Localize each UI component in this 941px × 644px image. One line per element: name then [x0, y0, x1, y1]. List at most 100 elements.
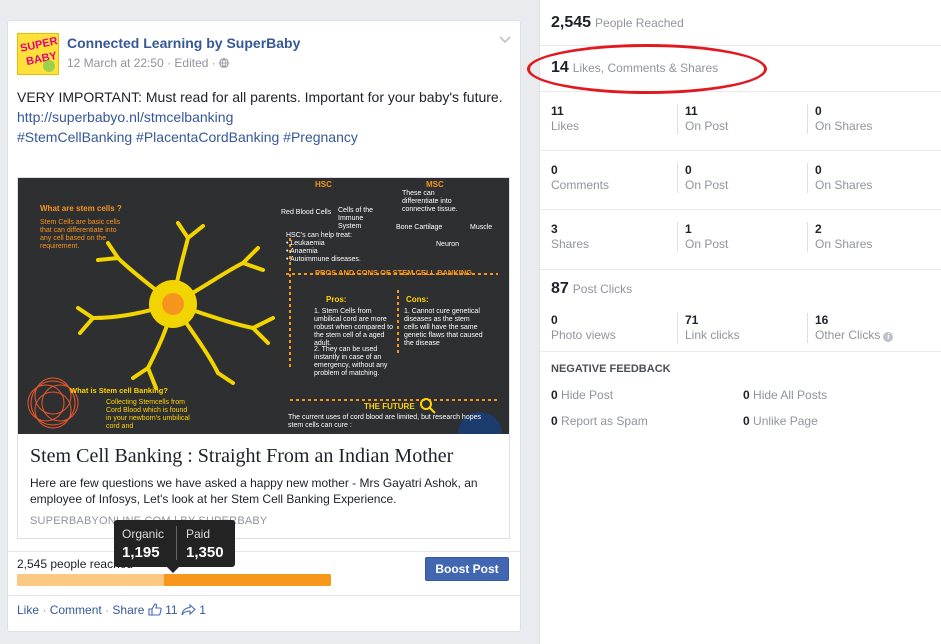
post-hashtags[interactable]: #StemCellBanking #PlacentaCordBanking #P…	[17, 127, 506, 147]
share-arrow-icon[interactable]	[181, 603, 196, 619]
share-link[interactable]: Share	[112, 603, 144, 617]
link-title[interactable]: Stem Cell Banking : Straight From an Ind…	[30, 445, 453, 468]
likes-on-post-label: On Post	[685, 119, 729, 133]
page-name-link[interactable]: Connected Learning by SuperBaby	[67, 35, 300, 51]
ig-pros: Pros:	[326, 295, 347, 304]
hide-all-posts-value: 0	[743, 388, 750, 402]
ig-pros-1: 1. Stem Cells from umbilical cord are mo…	[314, 308, 393, 347]
comments-row: 0 Comments 0 On Post 0 On Shares	[540, 151, 941, 210]
ig-cons: Cons:	[406, 295, 429, 304]
ig-cons-1: 1. Cannot cure genetical diseases as the…	[404, 308, 483, 347]
globe-icon	[219, 58, 229, 68]
engagement-row: 14 Likes, Comments & Shares	[540, 46, 941, 92]
post-link-url[interactable]: http://superbabyo.nl/stmcelbanking	[17, 107, 506, 127]
share-count[interactable]: 1	[199, 603, 206, 617]
page-avatar[interactable]: SUPER BABY	[17, 33, 59, 75]
ig-future-desc: The current uses of cord blood are limit…	[288, 414, 481, 429]
comments-on-post-label: On Post	[685, 178, 729, 192]
engagement-value: 14	[551, 59, 569, 76]
reach-bar-organic	[17, 574, 165, 586]
shares-row: 3 Shares 1 On Post 2 On Shares	[540, 210, 941, 270]
likes-on-shares-label: On Shares	[815, 119, 873, 133]
post-meta: 12 March at 22:50 · Edited ·	[67, 56, 229, 70]
other-clicks-value: 16	[815, 313, 829, 327]
link-preview-image[interactable]: What are stem cells ? Stem Cells are bas…	[18, 178, 509, 434]
boost-post-button[interactable]: Boost Post	[425, 557, 509, 581]
tooltip-organic-value: 1,195	[122, 544, 160, 561]
ig-msc-bone: Bone Cartilage	[396, 224, 443, 231]
link-preview-body[interactable]: Stem Cell Banking : Straight From an Ind…	[18, 434, 509, 538]
report-spam-stat: 0 Report as Spam	[551, 414, 648, 428]
post-insights-panel: 2,545 People Reached 14 Likes, Comments & …	[539, 0, 941, 644]
shares-on-shares-stat: 2 On Shares	[815, 222, 872, 251]
post-card: SUPER BABY Connected Learning by SuperBa…	[7, 20, 521, 632]
like-link[interactable]: Like	[17, 603, 39, 617]
info-icon[interactable]: i	[883, 332, 894, 342]
tooltip-organic: Organic 1,195	[122, 527, 164, 561]
shares-on-shares-label: On Shares	[815, 237, 873, 251]
like-count[interactable]: 11	[165, 603, 177, 617]
tooltip-paid: Paid 1,350	[186, 527, 224, 561]
comments-stat: 0 Comments	[551, 163, 609, 192]
post-body-text: VERY IMPORTANT: Must read for all parent…	[17, 89, 503, 105]
column-divider	[807, 163, 808, 193]
column-divider	[807, 222, 808, 252]
comments-value: 0	[551, 163, 558, 177]
likes-label: Likes	[551, 119, 580, 133]
link-clicks-label: Link clicks	[685, 328, 740, 342]
shares-on-post-value: 1	[685, 222, 692, 236]
chevron-down-icon[interactable]	[499, 33, 511, 47]
hide-all-posts-label: Hide All Posts	[753, 388, 828, 402]
photo-views-value: 0	[551, 313, 558, 327]
tooltip-paid-label: Paid	[186, 527, 211, 541]
likes-on-post-stat: 11 On Post	[685, 104, 728, 133]
people-reached-text: People Reached	[595, 16, 684, 30]
comments-label: Comments	[551, 178, 610, 192]
tooltip-organic-label: Organic	[122, 527, 165, 541]
comments-on-shares-stat: 0 On Shares	[815, 163, 872, 192]
ig-hsc-treat: HSC's can help treat: • Leukaemia • Anae…	[286, 232, 361, 263]
column-divider	[677, 104, 678, 134]
divider	[8, 595, 520, 596]
post-timestamp[interactable]: 12 March at 22:50 · Edited ·	[67, 56, 219, 70]
column-divider	[677, 163, 678, 193]
ig-what-are-desc: Stem Cells are basic cells that can diff…	[40, 219, 121, 250]
reach-tooltip: Organic 1,195 Paid 1,350	[114, 520, 235, 573]
people-reached-value: 2,545	[551, 14, 592, 31]
shares-label: Shares	[551, 237, 590, 251]
shares-on-post-label: On Post	[685, 237, 729, 251]
ig-msc-neuron: Neuron	[436, 241, 459, 248]
ig-what-is-desc: Collecting Stemcells from Cord Blood whi…	[106, 399, 190, 430]
shares-on-post-stat: 1 On Post	[685, 222, 728, 251]
post-header: SUPER BABY Connected Learning by SuperBa…	[17, 33, 511, 77]
link-clicks-value: 71	[685, 313, 699, 327]
unlike-page-label: Unlike Page	[753, 414, 818, 428]
stem-cell-illustration	[27, 221, 502, 434]
reach-bar[interactable]	[17, 574, 331, 586]
post-clicks-row: 87 Post Clicks 0 Photo views 71 Link clicks…	[540, 270, 941, 352]
ig-future: THE FUTURE	[364, 402, 415, 411]
ig-hsc-rbc: Red Blood Cells	[281, 209, 332, 216]
unlike-page-value: 0	[743, 414, 750, 428]
hide-post-label: Hide Post	[561, 388, 614, 402]
hide-post-stat: 0 Hide Post	[551, 388, 613, 402]
report-spam-label: Report as Spam	[561, 414, 648, 428]
likes-on-post-value: 11	[685, 104, 698, 118]
comment-link[interactable]: Comment	[50, 603, 102, 617]
link-preview[interactable]: What are stem cells ? Stem Cells are bas…	[17, 177, 510, 539]
ig-hsc: HSC	[315, 180, 332, 189]
divider	[8, 551, 520, 552]
engagement-text: Likes, Comments & Shares	[572, 61, 719, 75]
reach-bar-paid	[164, 574, 331, 586]
unlike-page-stat: 0 Unlike Page	[743, 414, 818, 428]
engagement-stat: 14 Likes, Comments & Shares	[551, 59, 718, 77]
thumbs-up-icon[interactable]	[148, 603, 162, 619]
shares-on-shares-value: 2	[815, 222, 822, 236]
post-clicks-stat: 87 Post Clicks	[551, 280, 632, 298]
ig-pros-2: 2. They can be used instantly in case of…	[314, 346, 388, 377]
people-reached-stat: 2,545 People Reached	[551, 14, 684, 32]
comments-on-post-value: 0	[685, 163, 692, 177]
ig-msc-desc: These can differentiate into connective …	[402, 190, 458, 213]
post-clicks-value: 87	[551, 280, 569, 297]
shares-value: 3	[551, 222, 558, 236]
